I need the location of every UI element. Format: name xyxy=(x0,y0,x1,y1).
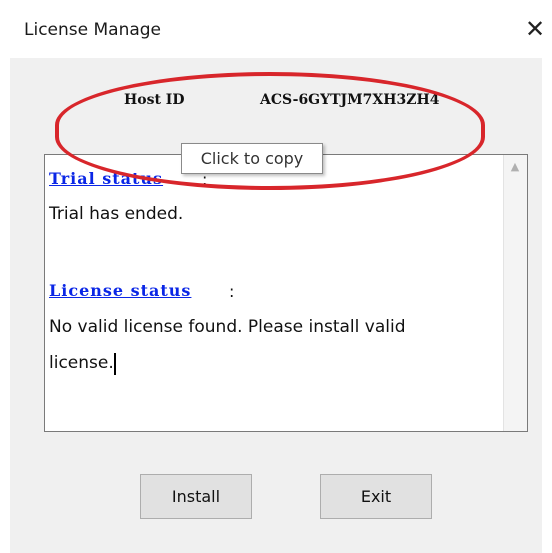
license-status-text-line1: No valid license found. Please install v… xyxy=(49,317,406,337)
license-status-text-line2: license. xyxy=(49,353,114,373)
window-title: License Manage xyxy=(24,20,162,40)
host-id-value[interactable]: ACS-6GYTJM7XH3ZH4 xyxy=(260,92,439,108)
title-bar: License Manage ✕ xyxy=(0,0,552,58)
vertical-scrollbar[interactable]: ▲ xyxy=(503,155,527,431)
license-status-colon: : xyxy=(229,282,235,301)
scroll-up-arrow-icon[interactable]: ▲ xyxy=(503,155,527,179)
host-id-label: Host ID xyxy=(124,92,185,108)
trial-status-text: Trial has ended. xyxy=(49,204,184,224)
exit-button[interactable]: Exit xyxy=(320,474,432,519)
trial-status-link[interactable]: Trial status xyxy=(49,169,163,188)
license-status-link[interactable]: License status xyxy=(49,281,191,300)
install-button[interactable]: Install xyxy=(140,474,252,519)
copy-tooltip: Click to copy xyxy=(181,143,323,174)
text-caret xyxy=(114,353,116,375)
status-text-area[interactable]: Trial status : Trial has ended. License … xyxy=(44,154,528,432)
close-icon[interactable]: ✕ xyxy=(518,12,552,46)
